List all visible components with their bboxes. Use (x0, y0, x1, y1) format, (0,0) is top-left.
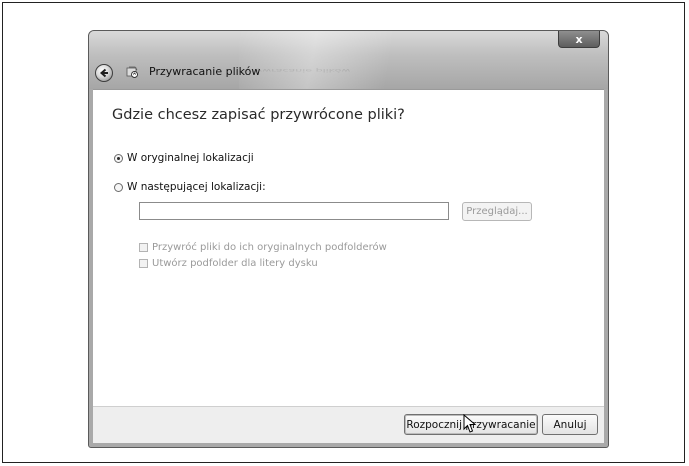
close-icon: x (575, 32, 583, 46)
back-button[interactable] (95, 64, 113, 82)
radio-following-location[interactable] (114, 182, 123, 192)
radio-original-location[interactable] (114, 153, 123, 163)
checkbox-drive-letter-subfolder[interactable] (139, 259, 148, 268)
checkbox-label: Przywróć pliki do ich oryginalnych podfo… (152, 242, 387, 253)
location-path-input[interactable] (139, 202, 449, 220)
back-arrow-icon (99, 68, 108, 78)
window-title: Przywracanie plików (149, 65, 261, 78)
checkbox-original-subfolders[interactable] (139, 243, 148, 252)
button-bar: Rozpocznij przywracanie Anuluj (93, 406, 604, 443)
checkbox-label: Utwórz podfolder dla litery dysku (152, 258, 318, 269)
option-original-location[interactable]: W oryginalnej lokalizacji (114, 152, 254, 164)
title-bar: x Przywracanie plików Przywracanie plikó… (89, 31, 608, 89)
start-restore-button[interactable]: Rozpocznij przywracanie (404, 414, 538, 435)
content-area: Gdzie chcesz zapisać przywrócone pliki? … (93, 89, 604, 407)
browse-label: Przeglądaj... (466, 206, 528, 217)
option-following-location[interactable]: W następującej lokalizacji: (114, 181, 266, 193)
restore-files-window: x Przywracanie plików Przywracanie plikó… (88, 30, 609, 448)
page-heading: Gdzie chcesz zapisać przywrócone pliki? (112, 107, 405, 123)
browse-button[interactable]: Przeglądaj... (462, 202, 532, 221)
option-label: W następującej lokalizacji: (127, 181, 266, 193)
cancel-label: Anuluj (553, 418, 587, 431)
close-button[interactable]: x (558, 31, 600, 48)
cancel-button[interactable]: Anuluj (542, 414, 598, 435)
restore-files-icon (124, 64, 140, 80)
start-restore-label: Rozpocznij przywracanie (406, 418, 536, 431)
checkbox-row-drive-letter[interactable]: Utwórz podfolder dla litery dysku (139, 258, 318, 269)
checkbox-row-original-subfolders[interactable]: Przywróć pliki do ich oryginalnych podfo… (139, 242, 387, 253)
option-label: W oryginalnej lokalizacji (127, 152, 254, 164)
